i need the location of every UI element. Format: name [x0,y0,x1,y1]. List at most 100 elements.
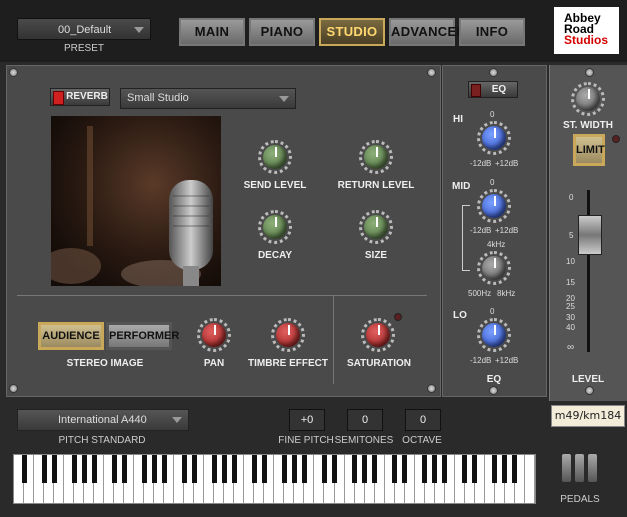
saturation-knob[interactable] [361,318,395,352]
tab-main[interactable]: MAIN [179,18,245,46]
black-key[interactable] [221,455,227,483]
eq-mid-knob[interactable] [477,189,511,223]
timbre-effect-knob[interactable] [271,318,305,352]
audience-button[interactable]: AUDIENCE [38,322,104,350]
abbey-road-logo: Abbey Road Studios [554,7,619,54]
led-icon [53,91,64,105]
black-key[interactable] [251,455,257,483]
pitch-standard-value: International A440 [58,414,147,426]
screw-icon [427,384,436,393]
black-key[interactable] [91,455,97,483]
stereo-image-label: STEREO IMAGE [66,358,144,369]
black-key[interactable] [191,455,197,483]
black-key[interactable] [231,455,237,483]
black-key[interactable] [502,455,508,483]
screw-icon [9,384,18,393]
black-key[interactable] [512,455,518,483]
black-key[interactable] [261,455,267,483]
black-key[interactable] [181,455,187,483]
black-key[interactable] [41,455,47,483]
performer-button[interactable]: PERFORMER [106,322,179,350]
white-key[interactable] [525,455,535,503]
black-key[interactable] [141,455,147,483]
eq-lo-label: LO [453,310,467,321]
black-key[interactable] [402,455,408,483]
pedal-icon[interactable] [588,454,597,482]
eq-lo-knob[interactable] [477,318,511,352]
piano-keyboard[interactable] [13,454,536,504]
octave-field[interactable]: 0 [405,409,441,431]
black-key[interactable] [81,455,87,483]
room-dropdown[interactable]: Small Studio [120,88,296,109]
chevron-down-icon [134,27,144,33]
black-key[interactable] [121,455,127,483]
level-fader[interactable] [578,215,602,255]
level-label: LEVEL [571,374,605,385]
black-key[interactable] [362,455,368,483]
return-level-knob[interactable] [359,140,393,174]
reverb-toggle[interactable]: REVERB [50,88,110,106]
eq-mid-min: -12dB [470,226,492,235]
return-level-label: RETURN LEVEL [337,180,415,191]
screw-icon [585,386,594,395]
preset-dropdown[interactable]: 00_Default [17,18,151,40]
eq-mid-freq-knob[interactable] [477,251,511,285]
eq-lo-min: -12dB [470,356,492,365]
black-key[interactable] [492,455,498,483]
eq-mid-label: MID [452,181,471,192]
stereo-width-label: ST. WIDTH [563,120,613,131]
semitones-field[interactable]: 0 [347,409,383,431]
eq-lo-max: +12dB [495,356,519,365]
eq-hi-zero: 0 [490,110,495,119]
black-key[interactable] [332,455,338,483]
black-key[interactable] [21,455,27,483]
eq-toggle[interactable]: EQ [468,81,518,98]
chevron-down-icon [172,417,182,423]
eq-hi-min: -12dB [470,159,492,168]
black-key[interactable] [322,455,328,483]
limit-led-icon [612,135,620,143]
fine-pitch-field[interactable]: +0 [289,409,325,431]
pan-knob[interactable] [197,318,231,352]
pedal-icon[interactable] [562,454,571,482]
black-key[interactable] [282,455,288,483]
decay-knob[interactable] [258,210,292,244]
black-key[interactable] [151,455,157,483]
black-key[interactable] [111,455,117,483]
eq-hi-knob[interactable] [477,121,511,155]
octave-label: OCTAVE [402,435,442,446]
black-key[interactable] [302,455,308,483]
send-level-knob[interactable] [258,140,292,174]
divider [333,296,334,384]
stereo-width-knob[interactable] [571,82,605,116]
tab-studio[interactable]: STUDIO [319,18,385,46]
black-key[interactable] [442,455,448,483]
scale-tick: 30 [566,313,575,322]
screw-icon [427,68,436,77]
mic-tag: m49/km184 [551,405,625,427]
black-key[interactable] [422,455,428,483]
size-knob[interactable] [359,210,393,244]
tab-advanced[interactable]: ADVANCED [389,18,466,46]
black-key[interactable] [372,455,378,483]
scale-tick: 40 [566,323,575,332]
preset-label: PRESET [63,43,104,54]
black-key[interactable] [71,455,77,483]
pedal-icon[interactable] [575,454,584,482]
scale-tick: 5 [569,231,574,240]
saturation-label: SATURATION [346,358,412,369]
black-key[interactable] [352,455,358,483]
black-key[interactable] [392,455,398,483]
black-key[interactable] [161,455,167,483]
limit-button[interactable]: LIMIT [573,134,605,166]
tab-piano[interactable]: PIANO [249,18,315,46]
black-key[interactable] [432,455,438,483]
black-key[interactable] [51,455,57,483]
black-key[interactable] [292,455,298,483]
black-key[interactable] [462,455,468,483]
screw-icon [585,68,594,77]
tab-info[interactable]: INFO [459,18,525,46]
black-key[interactable] [472,455,478,483]
black-key[interactable] [211,455,217,483]
pitch-standard-dropdown[interactable]: International A440 [17,409,189,431]
